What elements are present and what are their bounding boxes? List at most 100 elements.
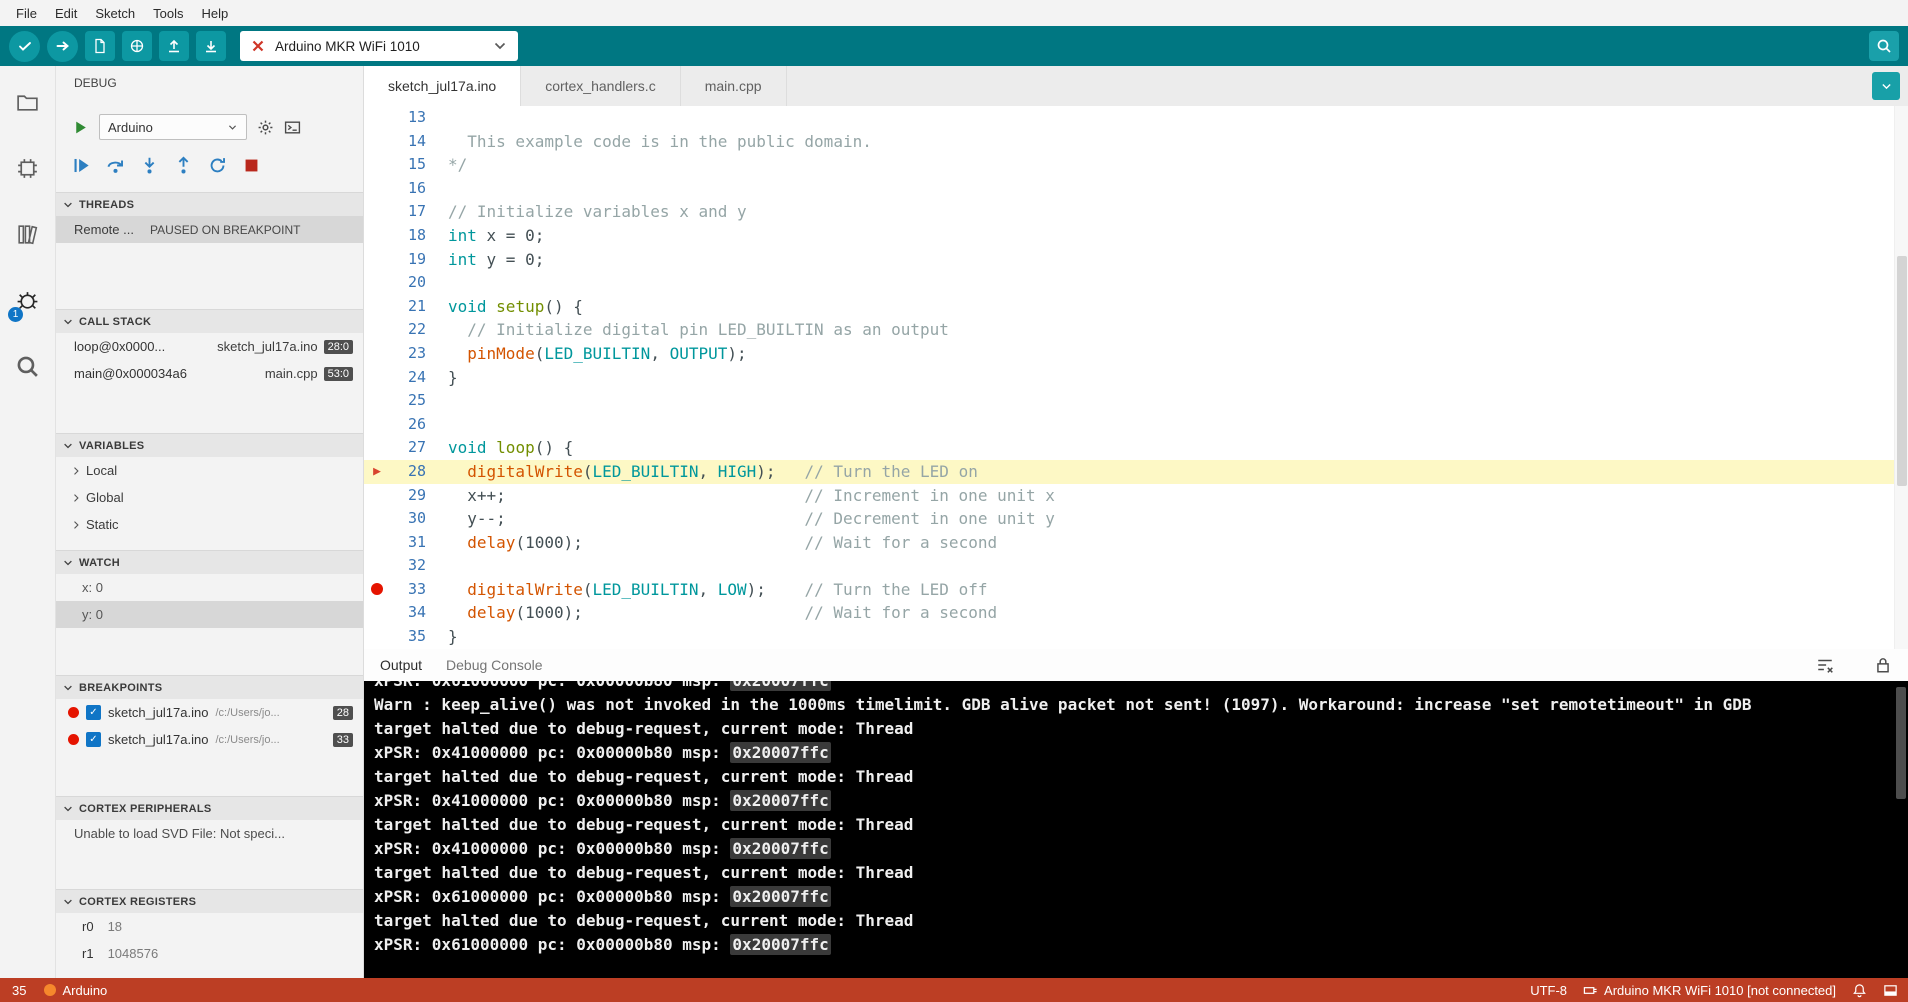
encoding-indicator[interactable]: UTF-8 xyxy=(1530,983,1567,998)
board-status[interactable]: Arduino MKR WiFi 1010 [not connected] xyxy=(1583,983,1836,998)
lock-icon[interactable] xyxy=(1874,656,1892,674)
tab-main-cpp[interactable]: main.cpp xyxy=(681,66,787,106)
tab-cortex-handlers-c[interactable]: cortex_handlers.c xyxy=(521,66,681,106)
chevron-right-icon xyxy=(70,519,82,531)
gutter-line-14[interactable]: 14 xyxy=(364,130,448,154)
panel-toggle-icon[interactable] xyxy=(1883,983,1898,998)
gutter-line-19[interactable]: 19 xyxy=(364,248,448,272)
gutter-line-25[interactable]: 25 xyxy=(364,389,448,413)
variables-group-static[interactable]: Static xyxy=(56,511,363,538)
code-line-18: 18int x = 0; xyxy=(364,224,1908,248)
debug-console-icon[interactable] xyxy=(284,119,301,136)
menu-edit[interactable]: Edit xyxy=(47,3,85,24)
code-editor[interactable]: 1314 This example code is in the public … xyxy=(364,106,1908,649)
export-binary-button[interactable] xyxy=(159,31,189,61)
gutter-line-27[interactable]: 27 xyxy=(364,436,448,460)
gutter-line-35[interactable]: 35 xyxy=(364,625,448,649)
gutter-line-26[interactable]: 26 xyxy=(364,413,448,437)
menu-sketch[interactable]: Sketch xyxy=(87,3,143,24)
clear-output-icon[interactable] xyxy=(1816,656,1834,674)
board-selector[interactable]: Arduino MKR WiFi 1010 xyxy=(240,31,518,61)
gutter-line-18[interactable]: 18 xyxy=(364,224,448,248)
verify-button[interactable] xyxy=(9,31,40,62)
variables-group-global[interactable]: Global xyxy=(56,484,363,511)
step-out-button[interactable] xyxy=(174,156,193,175)
gutter-line-33[interactable]: 33 xyxy=(364,578,448,602)
gutter-line-34[interactable]: 34 xyxy=(364,601,448,625)
section-cortex-registers[interactable]: CORTEX REGISTERS xyxy=(56,889,363,913)
gutter-line-31[interactable]: 31 xyxy=(364,531,448,555)
gear-icon[interactable] xyxy=(257,119,274,136)
stop-button[interactable] xyxy=(242,156,261,175)
register-row[interactable]: r11048576 xyxy=(56,940,363,967)
editor-scrollbar[interactable] xyxy=(1894,106,1908,649)
terminal-output[interactable]: xPSR: 0x61000000 pc: 0x00000b80 msp: 0x2… xyxy=(364,681,1908,978)
breakpoint-checkbox[interactable]: ✓ xyxy=(86,732,101,747)
watch-item[interactable]: x: 0 xyxy=(56,574,363,601)
variables-group-local[interactable]: Local xyxy=(56,457,363,484)
terminal-line: xPSR: 0x41000000 pc: 0x00000b80 msp: 0x2… xyxy=(374,741,1898,765)
terminal-scrollbar-thumb[interactable] xyxy=(1896,687,1906,799)
gutter-line-22[interactable]: 22 xyxy=(364,318,448,342)
activity-boards-manager[interactable] xyxy=(15,156,40,186)
bell-icon[interactable] xyxy=(1852,983,1867,998)
gutter-line-21[interactable]: 21 xyxy=(364,295,448,319)
debug-profile-select[interactable]: Arduino xyxy=(99,114,247,140)
register-name: r1 xyxy=(82,946,94,961)
watch-item[interactable]: y: 0 xyxy=(56,601,363,628)
menu-bar: FileEditSketchToolsHelp xyxy=(0,0,1908,26)
line-number: 23 xyxy=(390,342,448,366)
menu-help[interactable]: Help xyxy=(193,3,236,24)
gutter-line-13[interactable]: 13 xyxy=(364,106,448,130)
section-cortex-peripherals[interactable]: CORTEX PERIPHERALS xyxy=(56,796,363,820)
debug-button[interactable] xyxy=(122,31,152,61)
activity-sketchbook[interactable] xyxy=(15,90,40,120)
thread-row[interactable]: Remote ... PAUSED ON BREAKPOINT xyxy=(56,216,363,243)
breakpoint-checkbox[interactable]: ✓ xyxy=(86,705,101,720)
editor-scrollbar-thumb[interactable] xyxy=(1897,256,1907,486)
call-stack-frame[interactable]: loop@0x0000...sketch_jul17a.ino28:0 xyxy=(56,333,363,360)
gutter-line-30[interactable]: 30 xyxy=(364,507,448,531)
gutter-line-23[interactable]: 23 xyxy=(364,342,448,366)
activity-search[interactable] xyxy=(15,354,40,384)
search-button[interactable] xyxy=(1869,31,1899,61)
import-binary-button[interactable] xyxy=(196,31,226,61)
step-over-button[interactable] xyxy=(106,156,125,175)
start-debugging-button[interactable] xyxy=(72,119,89,136)
section-label: THREADS xyxy=(79,199,134,211)
gutter-line-15[interactable]: 15 xyxy=(364,153,448,177)
bottom-tab-debug-console[interactable]: Debug Console xyxy=(446,657,543,673)
section-call-stack[interactable]: CALL STACK xyxy=(56,309,363,333)
breakpoint-item[interactable]: ✓sketch_jul17a.ino/c:/Users/jo...33 xyxy=(56,726,363,753)
editor-dropdown-button[interactable] xyxy=(1872,72,1900,100)
gutter-line-32[interactable]: 32 xyxy=(364,554,448,578)
gutter-line-16[interactable]: 16 xyxy=(364,177,448,201)
restart-button[interactable] xyxy=(208,156,227,175)
activity-library-manager[interactable] xyxy=(15,222,40,252)
section-threads[interactable]: THREADS xyxy=(56,192,363,216)
register-row[interactable]: r018 xyxy=(56,913,363,940)
debug-panel: DEBUG Arduino THREADS Remote ... PAUSED … xyxy=(56,66,364,978)
section-variables[interactable]: VARIABLES xyxy=(56,433,363,457)
gutter-line-24[interactable]: 24 xyxy=(364,366,448,390)
activity-debug[interactable]: 1 xyxy=(15,288,40,318)
menu-file[interactable]: File xyxy=(8,3,45,24)
debug-session-indicator[interactable]: Arduino xyxy=(44,983,107,998)
gutter-line-20[interactable]: 20 xyxy=(364,271,448,295)
section-breakpoints[interactable]: BREAKPOINTS xyxy=(56,675,363,699)
bottom-tab-output[interactable]: Output xyxy=(380,657,422,673)
terminal-line: target halted due to debug-request, curr… xyxy=(374,765,1898,789)
toolbar-buttons xyxy=(9,31,226,62)
call-stack-frame[interactable]: main@0x000034a6main.cpp53:0 xyxy=(56,360,363,387)
tab-sketch-jul17a-ino[interactable]: sketch_jul17a.ino xyxy=(364,66,521,106)
section-watch[interactable]: WATCH xyxy=(56,550,363,574)
gutter-line-28[interactable]: ▶28 xyxy=(364,460,448,484)
gutter-line-17[interactable]: 17 xyxy=(364,200,448,224)
menu-tools[interactable]: Tools xyxy=(145,3,191,24)
gutter-line-29[interactable]: 29 xyxy=(364,484,448,508)
continue-button[interactable] xyxy=(72,156,91,175)
new-sketch-button[interactable] xyxy=(85,31,115,61)
breakpoint-item[interactable]: ✓sketch_jul17a.ino/c:/Users/jo...28 xyxy=(56,699,363,726)
upload-button[interactable] xyxy=(47,31,78,62)
step-into-button[interactable] xyxy=(140,156,159,175)
